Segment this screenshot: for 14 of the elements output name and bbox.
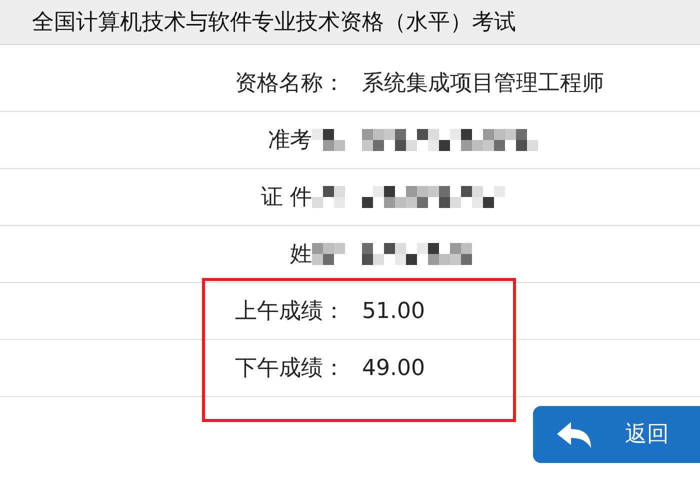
field-value: 51.00 [362,298,425,326]
pixelated-redaction-drawing [312,243,345,265]
pixelated-redaction-drawing [312,186,345,208]
field-label: 上午成绩： [235,298,345,326]
back-button[interactable]: 返回 [533,406,700,463]
field-label: 资格名称： [235,70,345,98]
field-value: 系统集成项目管理工程师 [362,70,604,98]
field-label: 姓 [290,240,312,268]
field-value: 49.00 [362,354,425,382]
pixelated-redaction-drawing [312,129,345,151]
field-label: 证 件 [261,184,312,212]
field-label: 下午成绩： [235,354,345,382]
field-label: 准考 [268,126,312,154]
page-title: 全国计算机技术与软件专业技术资格（水平）考试 [32,8,516,36]
